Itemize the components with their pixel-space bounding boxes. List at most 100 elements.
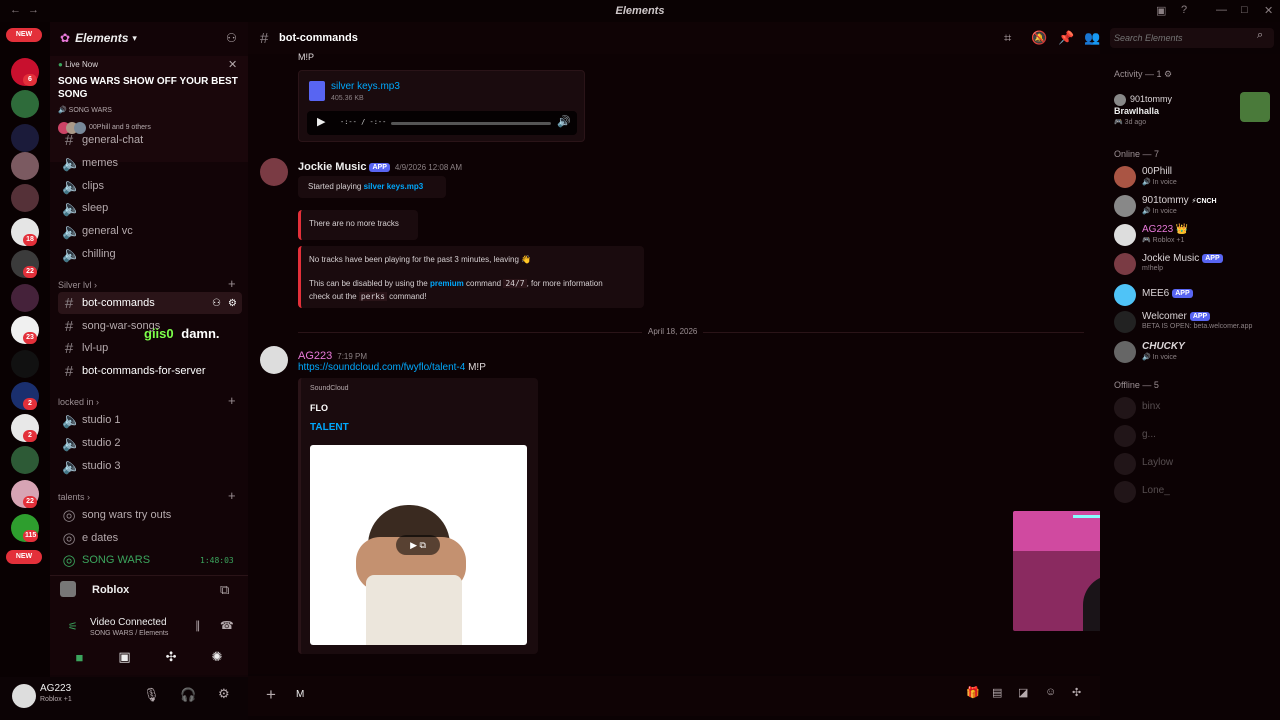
member-item[interactable]: 00Phill 🔊 In voice (1114, 164, 1274, 190)
embed-link[interactable]: silver keys.mp3 (364, 182, 424, 191)
window-title: Elements (615, 5, 665, 17)
noise-suppression-icon[interactable]: ∥ (195, 619, 201, 632)
guild-header[interactable]: ✿ Elements ▾ ⚇ (50, 22, 248, 54)
server-icon[interactable] (11, 184, 39, 212)
play-icon[interactable]: ▶ ⧉ (396, 535, 440, 555)
member-item[interactable]: binx (1114, 395, 1274, 421)
channel-item-chilling[interactable]: 🔈 chilling (58, 243, 242, 265)
help-icon[interactable]: ? (1181, 4, 1187, 16)
volume-icon[interactable]: 🔊 (557, 115, 571, 128)
channel-item-song-wars[interactable]: ◎ SONG WARS 1:48:03 (58, 549, 242, 571)
member-item[interactable]: Welcomer APP BETA IS OPEN: beta.welcomer.a… (1114, 309, 1274, 335)
live-tag: ● Live Now (58, 60, 98, 69)
add-channel-icon[interactable]: + (228, 488, 236, 503)
add-channel-icon[interactable]: + (228, 276, 236, 291)
add-attachment-icon[interactable]: + (266, 685, 276, 705)
message-link[interactable]: https://soundcloud.com/fwyflo/talent-4 (298, 362, 465, 373)
channel-item-studio-1[interactable]: 🔈 studio 1 (58, 409, 242, 431)
channel-item-general-chat[interactable]: # general-chat (58, 134, 242, 146)
add-friend-icon[interactable]: ⚇ (226, 31, 237, 45)
sticker-icon[interactable]: ◪ (1018, 686, 1028, 699)
member-item[interactable]: Laylow (1114, 451, 1274, 477)
category-locked-in[interactable]: locked in › (58, 397, 99, 407)
category-silver-lvl[interactable]: Silver lvl › (58, 280, 97, 290)
apps-icon[interactable]: ✣ (1072, 686, 1081, 699)
activities-icon[interactable]: ✣ (166, 649, 177, 665)
member-item[interactable]: CHUCKY 🔊 In voice (1114, 339, 1274, 365)
channel-item-e-dates[interactable]: ◎ e dates (58, 527, 242, 549)
channel-item-studio-3[interactable]: 🔈 studio 3 (58, 455, 242, 477)
author-name[interactable]: AG223 (298, 350, 332, 362)
avatar[interactable] (12, 684, 36, 708)
close-window-icon[interactable]: ✕ (1264, 4, 1273, 17)
avatar[interactable] (260, 346, 288, 374)
channel-item-general-vc[interactable]: 🔈 general vc (58, 220, 242, 242)
live-now-card[interactable]: ● Live Now ✕ SONG WARS SHOW OFF YOUR BES… (50, 56, 248, 162)
play-icon[interactable]: ▶ (317, 115, 325, 128)
microphone-icon[interactable]: 🎙 (143, 687, 160, 703)
avatar (1114, 481, 1136, 503)
embed-link[interactable]: premium (430, 279, 464, 288)
gift-icon[interactable]: 🎁 (966, 686, 980, 699)
server-icon[interactable] (11, 124, 39, 152)
gear-icon[interactable]: ⚙ (218, 686, 230, 702)
server-icon[interactable] (11, 350, 39, 378)
avatar (1114, 253, 1136, 275)
server-icon[interactable] (11, 152, 39, 180)
channel-item-song-wars-try-outs[interactable]: ◎ song wars try outs (58, 504, 242, 526)
activity-launch-icon[interactable]: ⧉ (220, 582, 229, 598)
close-icon[interactable]: ✕ (228, 58, 237, 71)
audio-progress[interactable] (391, 122, 551, 125)
threads-icon[interactable]: ⌗ (1004, 30, 1011, 46)
channel-item-clips[interactable]: 🔈 clips (58, 175, 242, 197)
message-input[interactable] (296, 686, 956, 702)
embed-thumbnail[interactable]: ▶ ⧉ (310, 445, 527, 645)
channel-item-memes[interactable]: 🔈 memes (58, 152, 242, 174)
disconnect-icon[interactable]: ☎ (220, 619, 234, 632)
server-icon[interactable] (11, 90, 39, 118)
member-item[interactable]: Jockie Music APP m!help (1114, 251, 1274, 277)
member-name-row: Welcomer APP (1142, 311, 1211, 322)
section-label: Activity — 1 (1114, 69, 1162, 79)
avatar (1114, 311, 1136, 333)
channel-item-sleep[interactable]: 🔈 sleep (58, 197, 242, 219)
channel-item-bot-commands[interactable]: # bot-commands ⚇ ⚙ (58, 292, 242, 314)
category-talents[interactable]: talents › (58, 492, 90, 502)
search-box[interactable]: ⌕ (1110, 28, 1274, 48)
channel-item-studio-2[interactable]: 🔈 studio 2 (58, 432, 242, 454)
server-icon[interactable] (11, 284, 39, 312)
invite-icon[interactable]: ⚇ (212, 298, 221, 309)
inbox-icon[interactable]: ▣ (1156, 4, 1166, 17)
minimize-icon[interactable]: — (1216, 4, 1227, 16)
soundboard-icon[interactable]: ✺ (212, 649, 223, 665)
avatar (1114, 425, 1136, 447)
channel-item-bot-commands-for-server[interactable]: # bot-commands-for-server (58, 360, 242, 382)
add-channel-icon[interactable]: + (228, 393, 236, 408)
member-item[interactable]: AG223 👑 🎮 Roblox +1 (1114, 222, 1274, 248)
screen-share-icon[interactable]: ▣ (118, 649, 130, 665)
activity-card[interactable]: 901tommy Brawlhalla 🎮 3d ago (1114, 92, 1274, 132)
emoji-icon[interactable]: ☺ (1045, 686, 1056, 698)
server-icon[interactable] (11, 446, 39, 474)
member-item[interactable]: g... (1114, 423, 1274, 449)
camera-icon[interactable]: ■ (76, 650, 84, 665)
file-name[interactable]: silver keys.mp3 (331, 81, 400, 92)
gif-icon[interactable]: ▤ (992, 686, 1002, 699)
member-item[interactable]: Lone_ (1114, 479, 1274, 505)
author-name[interactable]: Jockie Music (298, 161, 366, 173)
notifications-muted-icon[interactable]: 🔕 (1031, 30, 1047, 46)
member-item[interactable]: 901tommy ⚡CNCH 🔊 In voice (1114, 193, 1274, 219)
member-list-icon[interactable]: 👥 (1084, 30, 1100, 46)
voice-panel: Roblox ⧉ ⚟ Video Connected SONG WARS / E… (50, 575, 248, 675)
member-item[interactable]: MEE6 APP (1114, 282, 1274, 308)
embed-title[interactable]: TALENT (310, 422, 349, 433)
gear-icon[interactable]: ⚙ (228, 298, 237, 309)
channel-label: studio 2 (82, 437, 121, 449)
member-status: 🎮 Roblox +1 (1142, 237, 1185, 244)
avatar[interactable] (260, 158, 288, 186)
pin-icon[interactable]: 📌 (1058, 30, 1074, 46)
search-input[interactable] (1114, 31, 1254, 45)
maximize-icon[interactable]: □ (1241, 4, 1248, 16)
headphones-icon[interactable]: 🎧 (180, 687, 196, 703)
message-list: M!P silver keys.mp3 405.36 KB ▶ -:-- / -… (248, 52, 1100, 674)
